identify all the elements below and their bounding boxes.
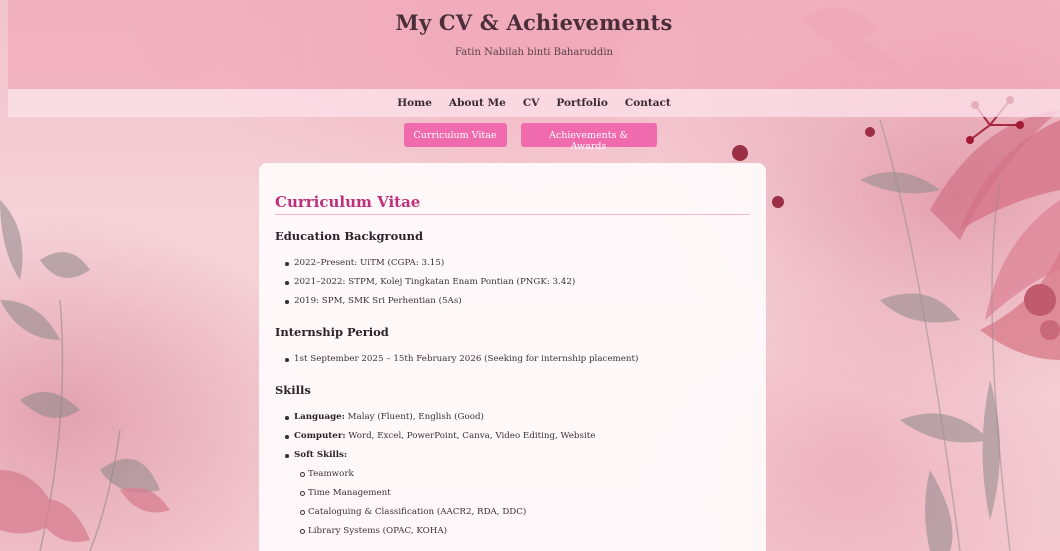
list-item: 1st September 2025 – 15th February 2026 … bbox=[275, 350, 750, 369]
skills-heading: Skills bbox=[275, 383, 311, 397]
education-list: 2022–Present: UiTM (CGPA: 3.15) 2021–202… bbox=[275, 254, 750, 311]
site-subtitle: Fatin Nabilah binti Baharuddin bbox=[455, 47, 613, 58]
cv-title: Curriculum Vitae bbox=[275, 193, 750, 215]
skill-computer: Computer: Word, Excel, PowerPoint, Canva… bbox=[275, 427, 750, 446]
soft-skills-list: Teamwork Time Management Cataloguing & C… bbox=[275, 465, 750, 541]
nav-home-link[interactable]: Home bbox=[397, 97, 432, 109]
skill-language-value: Malay (Fluent), English (Good) bbox=[344, 412, 484, 422]
site-header: My CV & Achievements Fatin Nabilah binti… bbox=[8, 0, 1060, 89]
list-item: Cataloguing & Classification (AACR2, RDA… bbox=[275, 503, 750, 522]
education-heading: Education Background bbox=[275, 229, 424, 243]
nav-portfolio-link[interactable]: Portfolio bbox=[556, 97, 608, 109]
nav-about-link[interactable]: About Me bbox=[449, 97, 506, 109]
tab-curriculum-vitae[interactable]: Curriculum Vitae bbox=[403, 123, 507, 147]
skill-language-label: Language: bbox=[294, 412, 345, 422]
list-item: 2019: SPM, SMK Sri Perhentian (5As) bbox=[275, 292, 750, 311]
skills-list: Language: Malay (Fluent), English (Good)… bbox=[275, 408, 750, 465]
list-item: Library Systems (OPAC, KOHA) bbox=[275, 522, 750, 541]
skill-computer-value: Word, Excel, PowerPoint, Canva, Video Ed… bbox=[345, 431, 596, 441]
list-item: Teamwork bbox=[275, 465, 750, 484]
section-tabs: Curriculum Vitae Achievements & Awards bbox=[0, 123, 1060, 152]
skill-soft-label: Soft Skills: bbox=[294, 450, 348, 460]
site-title: My CV & Achievements bbox=[395, 10, 673, 35]
list-item: Time Management bbox=[275, 484, 750, 503]
main-nav: Home About Me CV Portfolio Contact bbox=[8, 89, 1060, 117]
nav-cv-link[interactable]: CV bbox=[523, 97, 540, 109]
skill-computer-label: Computer: bbox=[294, 431, 346, 441]
cv-card: Curriculum Vitae Education Background 20… bbox=[259, 163, 766, 551]
nav-contact-link[interactable]: Contact bbox=[625, 97, 671, 109]
list-item: 2022–Present: UiTM (CGPA: 3.15) bbox=[275, 254, 750, 273]
internship-list: 1st September 2025 – 15th February 2026 … bbox=[275, 350, 750, 369]
tab-achievements-awards[interactable]: Achievements & Awards bbox=[520, 123, 657, 152]
list-item: 2021–2022: STPM, Kolej Tingkatan Enam Po… bbox=[275, 273, 750, 292]
skill-soft: Soft Skills: bbox=[275, 446, 750, 465]
skill-language: Language: Malay (Fluent), English (Good) bbox=[275, 408, 750, 427]
internship-heading: Internship Period bbox=[275, 325, 389, 339]
